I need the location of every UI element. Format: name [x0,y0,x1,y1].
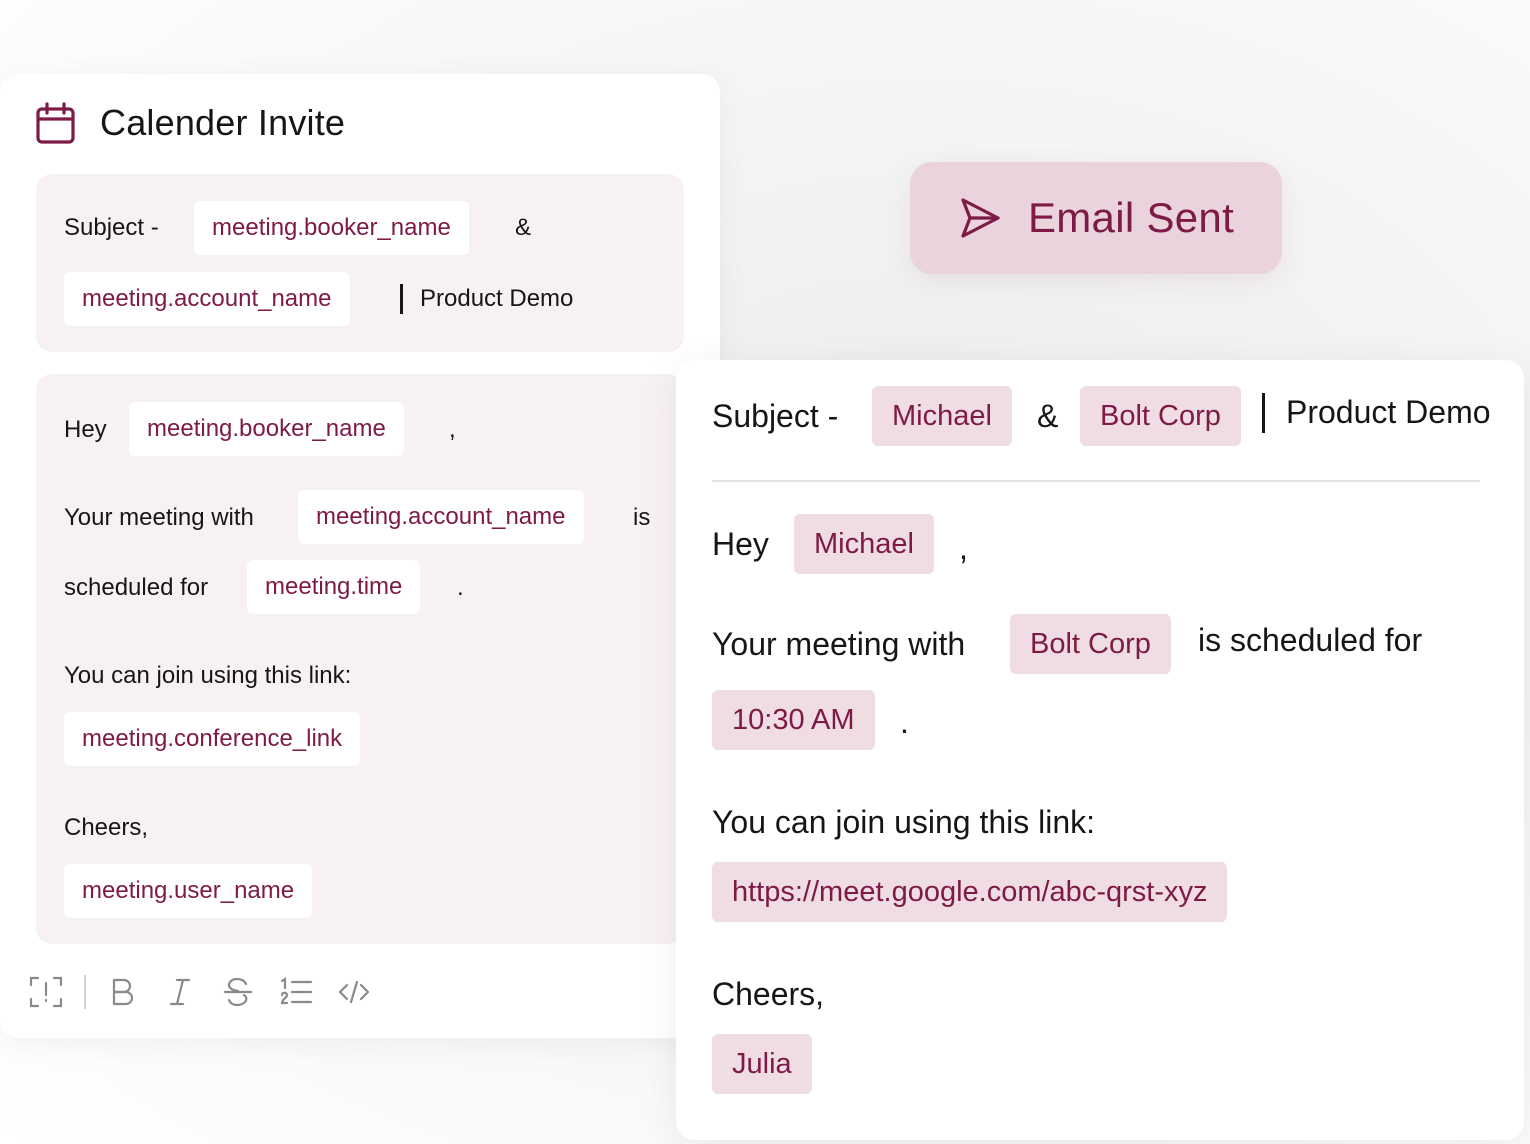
subject-template-field[interactable]: Subject - meeting.booker_name & meeting.… [36,174,684,352]
preview-subject-suffix: Product Demo [1286,394,1491,430]
template-title: Calender Invite [100,102,346,143]
email-sent-label: Email Sent [1027,194,1235,241]
send-icon [961,198,1000,238]
preview-chip-company: Bolt Corp [1080,386,1241,446]
preview-conference-link[interactable]: https://meet.google.com/abc-qrst-xyz [712,862,1228,922]
period-text: . [457,574,464,601]
email-preview-card: Subject - Michael & Bolt Corp Product De… [676,360,1524,1140]
subject-divider [712,480,1480,482]
preview-scheduled-for: is scheduled for [1198,622,1423,658]
variable-chip-time[interactable]: meeting.time [247,560,421,614]
preview-chip-booker-name: Michael [872,386,1012,446]
join-link-text: You can join using this link: [64,662,352,689]
subject-suffix: Product Demo [420,285,574,312]
subject-ampersand: & [515,214,532,241]
preview-chip-booker-name: Michael [794,514,934,574]
preview-join-text: You can join using this link: [712,804,1096,840]
preview-chip-company: Bolt Corp [1010,614,1171,674]
preview-period: . [900,704,909,740]
preview-meeting-with: Your meeting with [712,626,966,662]
is-text: is [633,504,651,531]
template-header: Calender Invite [36,102,345,144]
scheduled-for-text: scheduled for [64,574,209,601]
body-template-field[interactable]: Hey meeting.booker_name , Your meeting w… [36,374,684,944]
strikethrough-icon[interactable] [220,974,256,1010]
italic-icon[interactable] [162,974,198,1010]
preview-chip-time: 10:30 AM [712,690,875,750]
numbered-list-icon[interactable] [278,974,314,1010]
formatting-toolbar [28,974,372,1010]
meeting-with-text: Your meeting with [64,504,254,531]
subject-label: Subject - [64,214,159,241]
preview-greeting: Hey [712,526,769,562]
bold-icon[interactable] [104,974,140,1010]
greeting-comma: , [449,416,456,443]
preview-chip-user-name: Julia [712,1034,812,1094]
variable-chip-conference-link[interactable]: meeting.conference_link [64,712,361,766]
preview-greeting-comma: , [959,530,968,566]
variable-chip-account-name[interactable]: meeting.account_name [298,490,584,544]
preview-subject-label: Subject - [712,398,839,434]
signoff-text: Cheers, [64,814,149,841]
variable-icon[interactable] [28,974,64,1010]
template-card: Calender Invite Subject - meeting.booker… [0,74,720,1038]
variable-chip-account-name[interactable]: meeting.account_name [64,272,350,326]
greeting-text: Hey [64,416,107,443]
variable-chip-booker-name[interactable]: meeting.booker_name [129,402,404,456]
variable-chip-booker-name[interactable]: meeting.booker_name [194,201,469,255]
subject-separator [400,284,403,314]
toolbar-divider [84,975,86,1009]
variable-chip-user-name[interactable]: meeting.user_name [64,864,313,918]
calendar-icon [36,102,75,144]
preview-subject-separator [1262,393,1265,433]
email-sent-button[interactable]: Email Sent [910,162,1282,274]
preview-subject-ampersand: & [1037,398,1059,434]
preview-signoff: Cheers, [712,976,825,1012]
code-icon[interactable] [336,974,372,1010]
